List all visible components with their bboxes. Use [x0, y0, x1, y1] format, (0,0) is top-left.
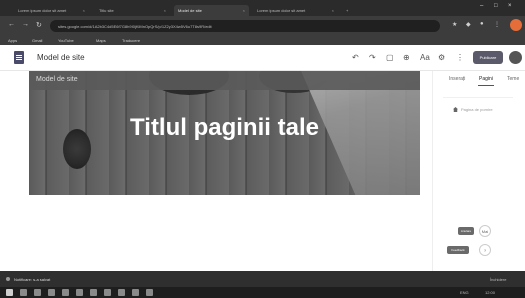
site-header-bar[interactable]: Model de site	[29, 71, 420, 90]
forward-icon[interactable]: →	[22, 21, 29, 28]
tray-language[interactable]: ENG	[460, 290, 469, 295]
menu-icon[interactable]: ⋮	[494, 21, 500, 28]
app-icon[interactable]	[146, 289, 153, 296]
bookmarks-bar: Apps Gmail YouTube Maps Traducere	[0, 36, 525, 45]
tab-title: Lorem ipsum dolor sit amet	[257, 8, 306, 13]
app-icon[interactable]	[132, 289, 139, 296]
page-title[interactable]: Titlul paginii tale	[29, 115, 420, 141]
editor-canvas: Model de site Titlul paginii tale	[0, 71, 432, 271]
profile-avatar[interactable]	[510, 19, 522, 31]
sites-logo-icon[interactable]	[14, 51, 24, 64]
reload-icon[interactable]: ↻	[36, 21, 42, 29]
chrome-icon[interactable]	[62, 289, 69, 296]
close-icon[interactable]: ×	[164, 8, 166, 13]
browser-tab[interactable]: Titlu site ×	[95, 5, 170, 16]
browser-tab[interactable]: Lorem ipsum dolor sit amet ×	[14, 5, 89, 16]
plus-icon: +	[346, 8, 349, 13]
notification-close[interactable]: Închidere	[490, 277, 506, 282]
mail-icon[interactable]	[76, 289, 83, 296]
theme-icon[interactable]: Aa	[420, 53, 430, 62]
redo-icon[interactable]: ↷	[369, 53, 376, 62]
undo-toast-button[interactable]: Anulare	[458, 227, 474, 235]
avatar[interactable]	[509, 51, 522, 64]
undo-icon[interactable]: ↶	[352, 53, 359, 62]
os-taskbar: ENG 12:00	[0, 287, 525, 298]
tab-themes[interactable]: Teme	[507, 76, 519, 82]
page-list-item[interactable]: Pagina de pornire	[453, 107, 493, 112]
settings-icon[interactable]: ⚙	[438, 53, 445, 62]
minimize-icon[interactable]: –	[480, 3, 483, 9]
info-icon	[6, 277, 10, 281]
notification-bar: Notificare: s-a salvat Închidere	[0, 271, 525, 287]
extension-icon[interactable]: ●	[480, 21, 484, 27]
bookmark-translate[interactable]: Traducere	[122, 38, 140, 43]
active-tab-indicator	[478, 85, 494, 86]
feedback-button[interactable]: Feedback	[447, 246, 469, 254]
bookmark-maps[interactable]: Maps	[96, 38, 106, 43]
divider	[443, 97, 513, 98]
bookmark-gmail[interactable]: Gmail	[32, 38, 42, 43]
explorer-icon[interactable]	[48, 289, 55, 296]
powerpoint-icon[interactable]	[118, 289, 125, 296]
search-icon[interactable]	[20, 289, 27, 296]
maximize-icon[interactable]: □	[494, 3, 498, 9]
tab-pages[interactable]: Pagini	[479, 76, 493, 82]
tray-clock[interactable]: 12:00	[485, 290, 495, 295]
new-tab-button[interactable]: +	[342, 5, 354, 16]
bookmark-youtube[interactable]: YouTube	[58, 38, 74, 43]
page-item-label: Pagina de pornire	[461, 107, 493, 112]
tab-title: Lorem ipsum dolor sit amet	[18, 8, 67, 13]
tab-insert[interactable]: Inserați	[449, 76, 465, 82]
extension-icon[interactable]: ★	[452, 21, 457, 28]
tab-title: Titlu site	[99, 8, 114, 13]
start-icon[interactable]	[6, 289, 13, 296]
window-close-icon[interactable]: ×	[508, 3, 512, 9]
home-icon	[453, 107, 458, 112]
browser-tab-bar: Lorem ipsum dolor sit amet × Titlu site × …	[0, 0, 525, 16]
side-panel: Inserați Pagini Teme Pagina de pornire A…	[432, 71, 525, 271]
url-field[interactable]: sites.google.com/d/1A2b3C4d5E6f7G8h9I0jK…	[50, 20, 440, 32]
more-circle-button[interactable]: Mai	[479, 225, 491, 237]
address-bar-row: ← → ↻ sites.google.com/d/1A2b3C4d5E6f7G8…	[0, 16, 525, 36]
taskview-icon[interactable]	[34, 289, 41, 296]
help-icon[interactable]: ?	[479, 244, 491, 256]
preview-icon[interactable]: ▢	[386, 53, 394, 62]
site-header-title: Model de site	[36, 76, 78, 83]
browser-tab-active[interactable]: Model de site ×	[174, 5, 249, 16]
tab-title: Model de site	[178, 8, 202, 13]
header-banner[interactable]: Model de site Titlul paginii tale	[29, 71, 420, 195]
browser-tab[interactable]: Lorem ipsum dolor sit amet ×	[253, 5, 338, 16]
publish-button[interactable]: Publicare	[473, 51, 503, 64]
word-icon[interactable]	[90, 289, 97, 296]
close-icon[interactable]: ×	[332, 8, 334, 13]
close-icon[interactable]: ×	[243, 8, 245, 13]
back-icon[interactable]: ←	[8, 21, 15, 28]
extension-icon[interactable]: ◆	[466, 21, 471, 28]
excel-icon[interactable]	[104, 289, 111, 296]
site-name[interactable]: Model de site	[37, 53, 85, 62]
editor-header: Model de site ↶ ↷ ▢ ⊕ Aa ⚙ ⋮ Publicare	[0, 45, 525, 71]
close-icon[interactable]: ×	[83, 8, 85, 13]
notification-text: Notificare: s-a salvat	[14, 277, 51, 282]
url-text: sites.google.com/d/1A2b3C4d5E6f7G8h9I0jK…	[58, 24, 212, 29]
more-icon[interactable]: ⋮	[456, 53, 464, 62]
bookmark-apps[interactable]: Apps	[8, 38, 17, 43]
link-icon[interactable]: ⊕	[403, 53, 410, 62]
